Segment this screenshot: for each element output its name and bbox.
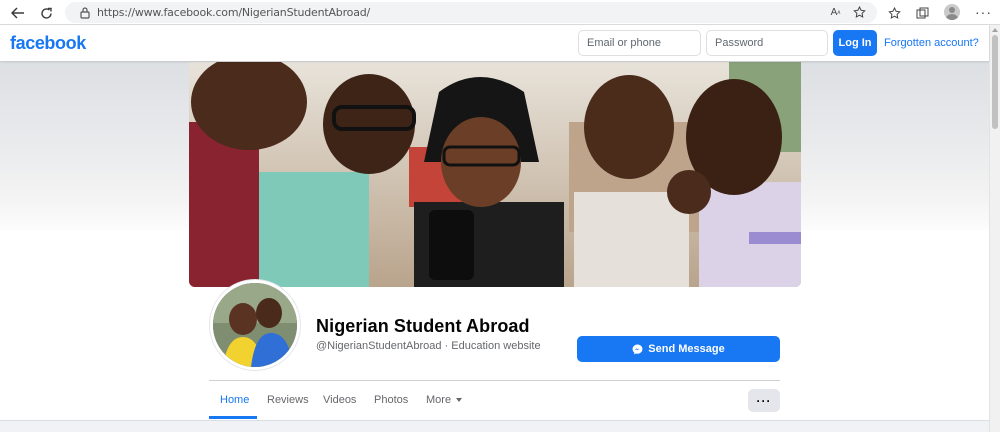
browser-toolbar: https://www.facebook.com/NigerianStudent… [0,0,1000,25]
caret-down-icon [456,398,463,402]
more-options-button[interactable]: ··· [748,389,780,412]
refresh-icon[interactable] [36,3,56,23]
facebook-logo[interactable]: facebook [10,33,86,54]
active-tab-indicator [209,416,257,419]
login-button[interactable]: Log In [833,30,877,56]
cover-photo[interactable] [189,62,801,287]
tab-photos-label: Photos [374,394,409,406]
profile-picture[interactable] [210,280,300,370]
back-arrow-icon[interactable] [8,3,28,23]
send-message-button[interactable]: Send Message [577,336,780,362]
facebook-header: facebook Log In Forgotten account? [0,25,989,61]
page-subtitle: @NigerianStudentAbroad · Education websi… [316,340,541,352]
tab-reviews[interactable]: Reviews [267,394,309,406]
tab-videos[interactable]: Videos [323,394,356,406]
messenger-icon [632,344,643,354]
collections-icon[interactable] [912,3,932,23]
page-title: Nigerian Student Abroad [316,316,530,336]
browser-menu-icon[interactable]: ··· [975,4,992,20]
favorite-star-icon[interactable] [851,4,868,21]
email-field[interactable] [578,30,701,56]
scroll-up-icon[interactable] [992,28,998,32]
browser-profile-avatar[interactable] [944,4,960,20]
url-text: https://www.facebook.com/NigerianStudent… [97,6,371,19]
tab-home[interactable]: Home [220,394,249,406]
tab-photos[interactable]: Photos [374,394,408,406]
send-message-label: Send Message [648,343,725,355]
scroll-thumb[interactable] [992,35,998,129]
read-aloud-icon[interactable]: Aʌ [827,4,844,21]
lock-icon [80,7,90,19]
bottom-strip [0,420,989,432]
address-bar[interactable]: https://www.facebook.com/NigerianStudent… [65,2,877,23]
scrollbar[interactable] [989,25,1000,432]
tabs-divider [209,380,780,381]
forgotten-account-link[interactable]: Forgotten account? [884,37,979,49]
favorites-icon[interactable] [884,3,904,23]
tab-more-label: More [426,394,452,406]
password-field[interactable] [706,30,828,56]
tab-more[interactable]: More [426,394,463,406]
